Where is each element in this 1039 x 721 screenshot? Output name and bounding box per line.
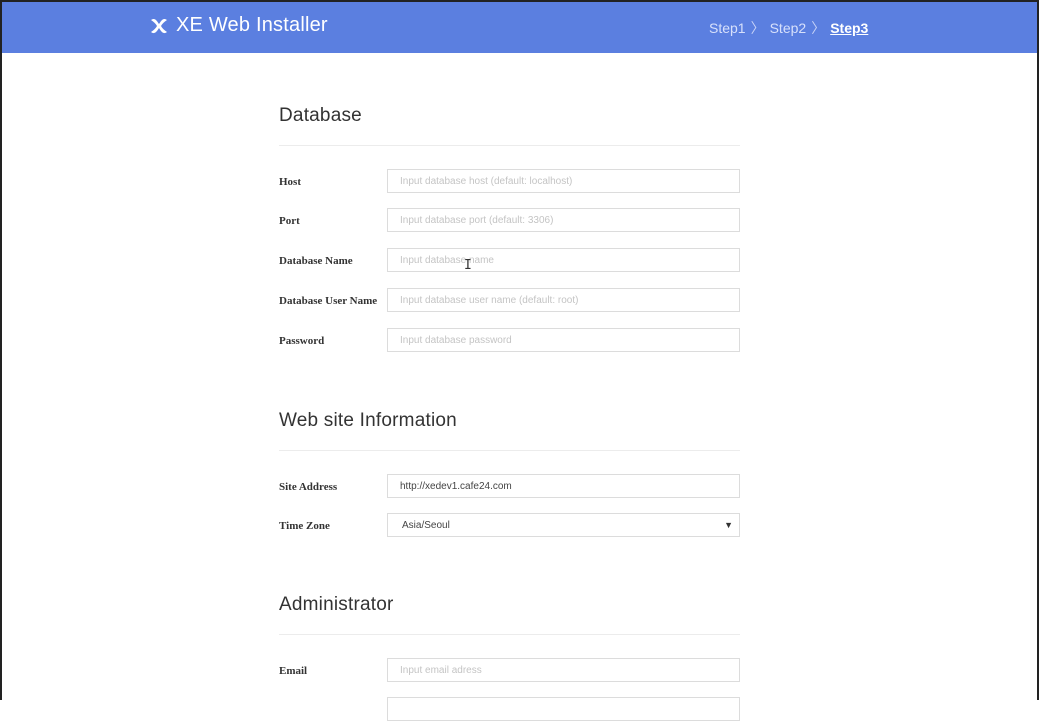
database-user-name-input[interactable] [387,288,740,312]
database-user-name-label: Database User Name [279,295,378,307]
section-divider [279,145,740,146]
database-name-input[interactable] [387,248,740,272]
email-input[interactable] [387,658,740,682]
next-admin-input[interactable] [387,697,740,721]
time-zone-select[interactable]: Asia/Seoul ▼ [387,513,740,537]
xe-logo-icon [151,18,167,33]
email-label: Email [279,665,308,677]
step-3-link[interactable]: Step3 [830,20,868,36]
section-divider [279,634,740,635]
step-2-link[interactable]: Step2 [770,20,807,36]
host-label: Host [279,176,301,188]
top-header: XE Web Installer Step1 〉 Step2 〉 Step3 [2,2,1037,53]
port-label: Port [279,215,300,227]
chevron-right-icon: 〉 [750,20,765,36]
time-zone-value: Asia/Seoul [402,520,450,531]
site-address-label: Site Address [279,481,338,493]
port-input[interactable] [387,208,740,232]
administrator-section-title: Administrator [279,594,394,615]
app-title: XE Web Installer [176,14,328,36]
text-cursor-icon: I [464,258,472,273]
step-breadcrumb: Step1 〉 Step2 〉 Step3 [709,18,868,38]
chevron-right-icon: 〉 [811,20,826,36]
password-input[interactable] [387,328,740,352]
host-input[interactable] [387,169,740,193]
website-section-title: Web site Information [279,410,457,431]
database-section-title: Database [279,105,362,126]
app-logo: XE Web Installer [148,14,328,37]
dropdown-arrow-icon: ▼ [724,520,733,530]
database-name-label: Database Name [279,255,353,267]
time-zone-label: Time Zone [279,520,330,532]
password-label: Password [279,335,325,347]
step-1-link[interactable]: Step1 [709,20,746,36]
section-divider [279,450,740,451]
site-address-input[interactable] [387,474,740,498]
